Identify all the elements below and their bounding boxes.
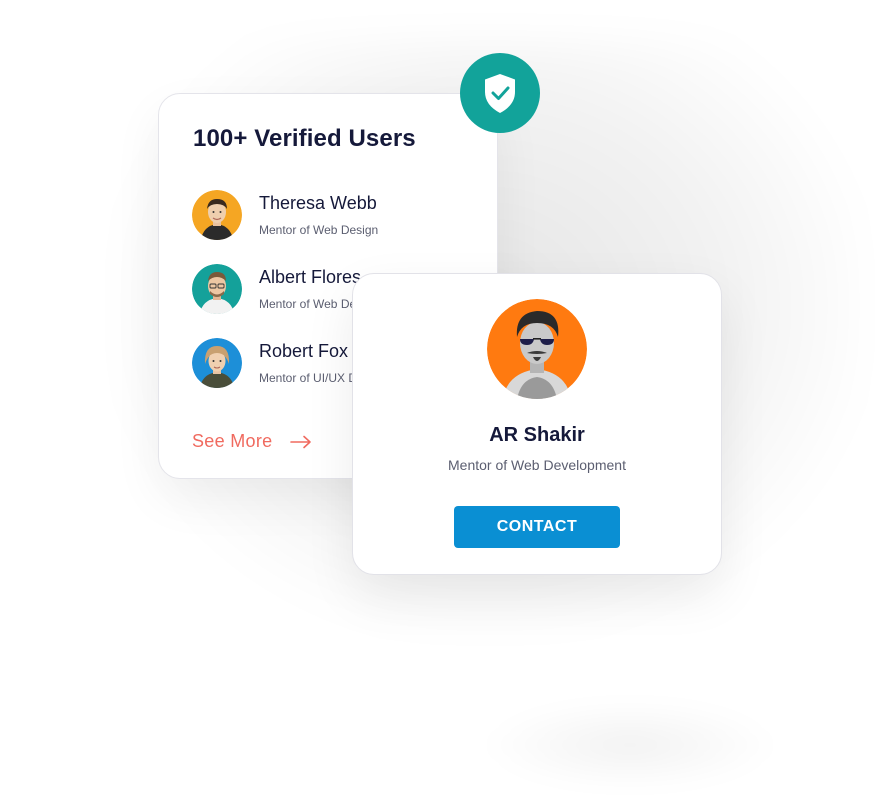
profile-card: AR Shakir Mentor of Web Development CONT… — [352, 273, 722, 575]
avatar — [192, 264, 242, 314]
shield-check-icon — [485, 74, 515, 113]
avatar — [192, 338, 242, 388]
user-item-theresa-webb[interactable]: Theresa Webb Mentor of Web Design — [192, 190, 472, 242]
contact-button[interactable]: CONTACT — [454, 506, 620, 548]
verified-users-title: 100+ Verified Users — [193, 125, 416, 152]
user-role: Mentor of Web Design — [259, 223, 379, 237]
background-glow-bottom — [480, 700, 780, 790]
see-more-label: See More — [192, 431, 273, 451]
user-name: Theresa Webb — [259, 193, 377, 213]
verified-badge — [460, 53, 540, 133]
user-name: Albert Flores — [259, 267, 362, 287]
profile-name: AR Shakir — [489, 424, 585, 446]
see-more-link[interactable]: See More — [192, 431, 312, 452]
avatar — [192, 190, 242, 240]
arrow-right-icon — [290, 435, 312, 448]
profile-role: Mentor of Web Development — [448, 457, 626, 473]
stage: 100+ Verified Users Theresa Webb Mentor … — [0, 0, 878, 804]
user-name: Robert Fox — [259, 341, 349, 361]
profile-avatar — [487, 299, 587, 399]
